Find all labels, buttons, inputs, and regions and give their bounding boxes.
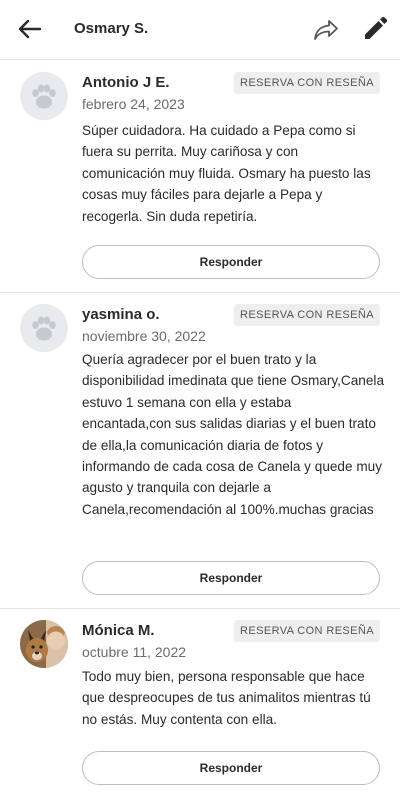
status-badge: RESERVA CON RESEÑA (234, 304, 380, 326)
review-card: Antonio J E. febrero 24, 2023 RESERVA CO… (0, 60, 400, 300)
reviewer-name: yasmina o. (82, 306, 160, 323)
reply-button[interactable]: Responder (82, 245, 380, 279)
review-text: Todo muy bien, persona responsable que h… (82, 669, 371, 727)
review-date: octubre 11, 2022 (82, 644, 187, 660)
status-badge: RESERVA CON RESEÑA (234, 72, 380, 94)
user-photo (20, 620, 68, 668)
share-icon[interactable] (312, 16, 340, 44)
back-arrow-icon[interactable] (16, 15, 44, 43)
avatar (20, 304, 68, 352)
top-bar: Osmary S. (0, 0, 400, 60)
review-date: noviembre 30, 2022 (82, 328, 206, 344)
reviewer-name: Antonio J E. (82, 74, 170, 91)
review-date: febrero 24, 2023 (82, 96, 185, 112)
paw-icon (20, 304, 68, 352)
review-text: Súper cuidadora. Ha cuidado a Pepa como … (82, 123, 371, 224)
edit-pencil-icon[interactable] (362, 16, 388, 42)
reply-button[interactable]: Responder (82, 751, 380, 785)
reviewer-name: Mónica M. (82, 622, 155, 639)
review-text: Quería agradecer por el buen trato y la … (82, 352, 385, 517)
review-card: Mónica M. octubre 11, 2022 RESERVA CON R… (0, 608, 400, 800)
avatar (20, 620, 68, 668)
review-card: yasmina o. noviembre 30, 2022 RESERVA CO… (0, 292, 400, 608)
status-badge: RESERVA CON RESEÑA (234, 620, 380, 642)
paw-icon (20, 72, 68, 120)
reply-button[interactable]: Responder (82, 561, 380, 595)
page-title: Osmary S. (74, 20, 149, 37)
avatar (20, 72, 68, 120)
